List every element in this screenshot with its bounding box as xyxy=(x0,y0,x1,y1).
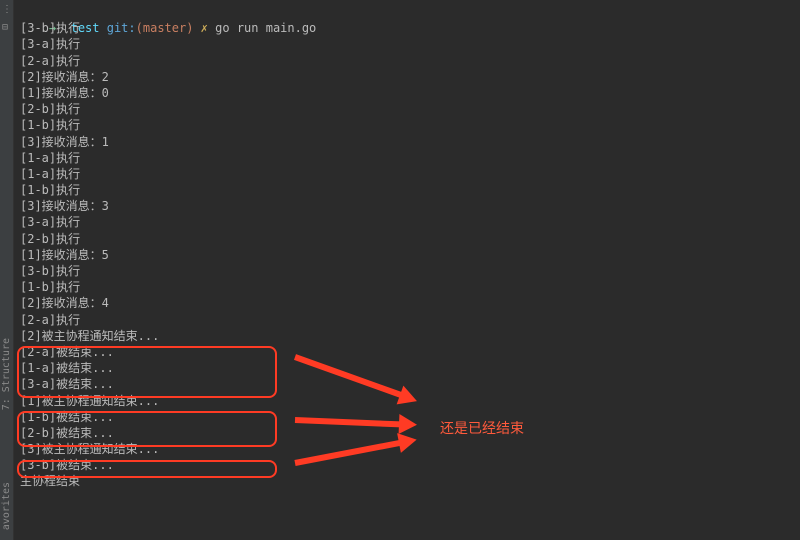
output-line: [2-b]执行 xyxy=(20,231,800,247)
prompt-branch: (master) xyxy=(136,21,194,35)
output-line: [3-a]执行 xyxy=(20,214,800,230)
output-line: 主协程结束 xyxy=(20,473,800,489)
output-line: [2-b]被结束... xyxy=(20,425,800,441)
output-line: [2-a]执行 xyxy=(20,312,800,328)
gutter-icon: ⋮ xyxy=(2,4,12,15)
output-line: [2-a]被结束... xyxy=(20,344,800,360)
output-line: [1-b]执行 xyxy=(20,279,800,295)
annotation-text: 还是已经结束 xyxy=(440,418,524,438)
prompt-dirty-icon: ✗ xyxy=(201,21,208,35)
output-line: [1]接收消息：0 xyxy=(20,85,800,101)
ide-left-gutter: ⋮ ⊟ 7: Structure avorites xyxy=(0,0,14,540)
sidebar-favorites-tab[interactable]: avorites xyxy=(1,482,12,530)
sidebar-structure-tab[interactable]: 7: Structure xyxy=(1,338,12,410)
output-line: [1-a]被结束... xyxy=(20,360,800,376)
output-line: [2]接收消息：4 xyxy=(20,295,800,311)
output-line: [3-a]执行 xyxy=(20,36,800,52)
output-line: [2]接收消息：2 xyxy=(20,69,800,85)
output-line: [1-a]执行 xyxy=(20,166,800,182)
terminal-panel[interactable]: → test git:(master) ✗ go run main.go [3-… xyxy=(14,0,800,540)
output-line: [2]被主协程通知结束... xyxy=(20,328,800,344)
output-line: [3]接收消息：3 xyxy=(20,198,800,214)
output-line: [1]接收消息：5 xyxy=(20,247,800,263)
gutter-db-icon: ⊟ xyxy=(2,22,8,33)
output-line: [2-b]执行 xyxy=(20,101,800,117)
output-line: [1-a]执行 xyxy=(20,150,800,166)
output-line: [1]被主协程通知结束... xyxy=(20,393,800,409)
output-line: [1-b]执行 xyxy=(20,117,800,133)
prompt-line: → test git:(master) ✗ go run main.go xyxy=(20,4,800,20)
output-line: [3-b]执行 xyxy=(20,263,800,279)
output-line: [3]被主协程通知结束... xyxy=(20,441,800,457)
output-line: [3-b]被结束... xyxy=(20,457,800,473)
output-line: [1-b]执行 xyxy=(20,182,800,198)
output-line: [1-b]被结束... xyxy=(20,409,800,425)
output-line: [3-a]被结束... xyxy=(20,376,800,392)
output-line: [3]接收消息：1 xyxy=(20,134,800,150)
prompt-git-label: git: xyxy=(107,21,136,35)
terminal-output: [3-b]执行[3-a]执行[2-a]执行[2]接收消息：2[1]接收消息：0[… xyxy=(20,20,800,489)
output-line: [2-a]执行 xyxy=(20,53,800,69)
prompt-command: go run main.go xyxy=(215,21,316,35)
